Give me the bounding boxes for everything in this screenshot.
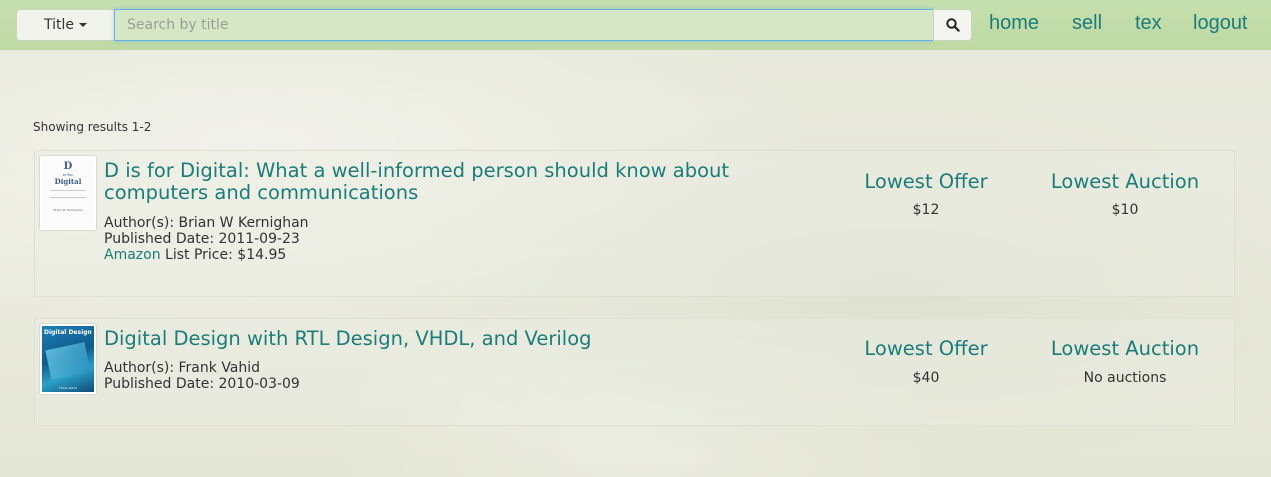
search-category-label: Title — [43, 17, 74, 33]
book-title-link[interactable]: D is for Digital: What a well-informed p… — [104, 160, 824, 204]
cover-line-3: Digital — [54, 177, 82, 186]
nav-link-home[interactable]: home — [989, 12, 1039, 35]
caret-down-icon — [79, 23, 87, 27]
lowest-auction-heading: Lowest Auction — [1050, 170, 1200, 193]
lowest-auction-heading: Lowest Auction — [1050, 337, 1200, 360]
lowest-offer-heading: Lowest Offer — [864, 170, 988, 193]
search-input[interactable] — [114, 9, 934, 41]
lowest-offer-value: $12 — [912, 202, 940, 218]
top-navbar: Title home sell tex logout — [0, 0, 1271, 50]
nav-link-tex[interactable]: tex — [1135, 12, 1162, 35]
cover-title: Digital Design — [44, 329, 92, 336]
book-list-price: Amazon List Price: $14.95 — [104, 247, 286, 263]
cover-author: Frank Vahid — [59, 386, 77, 390]
lowest-offer-heading: Lowest Offer — [864, 337, 988, 360]
lowest-auction-value: No auctions — [1083, 370, 1167, 386]
list-price-text: List Price: $14.95 — [160, 247, 287, 263]
result-card: D is for Digital Brian W. Kernighan D is… — [34, 150, 1235, 297]
book-cover-image: Digital Design Frank Vahid — [42, 326, 94, 392]
cover-line-1: D — [63, 161, 73, 172]
cover-line-4: Brian W. Kernighan — [53, 208, 83, 212]
nav-link-sell[interactable]: sell — [1072, 12, 1102, 35]
amazon-link[interactable]: Amazon — [104, 247, 161, 263]
result-card: Digital Design Frank Vahid Digital Desig… — [34, 318, 1235, 426]
cover-graphic — [45, 342, 91, 380]
search-button[interactable] — [933, 9, 972, 41]
lowest-auction-value: $10 — [1111, 202, 1139, 218]
search-icon — [945, 18, 960, 32]
book-cover-image: D is for Digital Brian W. Kernighan — [42, 158, 94, 228]
cover-rule — [50, 190, 86, 198]
book-authors: Author(s): Brian W Kernighan — [104, 215, 309, 231]
book-authors: Author(s): Frank Vahid — [104, 360, 261, 376]
book-title-link[interactable]: Digital Design with RTL Design, VHDL, an… — [104, 328, 824, 350]
book-cover-thumbnail[interactable]: D is for Digital Brian W. Kernighan — [39, 155, 97, 231]
search-category-dropdown[interactable]: Title — [16, 9, 114, 41]
book-cover-thumbnail[interactable]: Digital Design Frank Vahid — [39, 323, 97, 395]
lowest-offer-value: $40 — [912, 370, 940, 386]
book-published-date: Published Date: 2011-09-23 — [104, 231, 300, 247]
results-summary: Showing results 1-2 — [33, 120, 152, 134]
book-published-date: Published Date: 2010-03-09 — [104, 376, 300, 392]
nav-link-logout[interactable]: logout — [1193, 12, 1248, 35]
